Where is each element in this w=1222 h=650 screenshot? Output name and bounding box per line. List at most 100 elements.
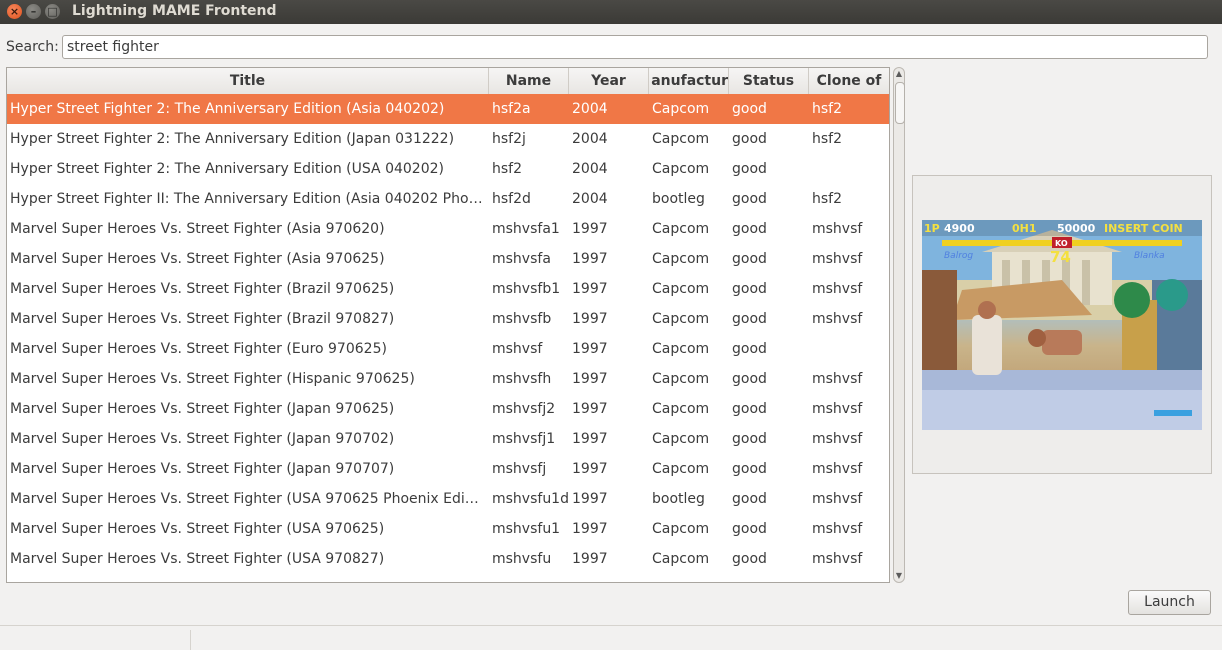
table-row[interactable]: Marvel Super Heroes Vs. Street Fighter (… [7,424,889,454]
cell-status: good [732,281,767,297]
launch-button[interactable]: Launch [1128,590,1211,615]
cell-year: 2004 [572,191,608,207]
cell-manufacturer: Capcom [652,101,710,117]
cell-status: good [732,371,767,387]
cell-name: mshvsfu1 [492,521,561,537]
cell-clone-of: mshvsf [812,281,863,297]
close-window-button[interactable]: × [7,4,22,19]
cell-name: mshvsfh [492,371,552,387]
cell-manufacturer: Capcom [652,371,710,387]
cell-year: 1997 [572,221,608,237]
cell-manufacturer: Capcom [652,281,710,297]
cell-title: Hyper Street Fighter 2: The Anniversary … [10,161,444,177]
search-label: Search: [6,39,59,55]
column-header-clone-of[interactable]: Clone of [809,68,889,94]
table-row[interactable]: Hyper Street Fighter 2: The Anniversary … [7,124,889,154]
hud-insert-coin: INSERT COIN [1104,222,1183,235]
cell-status: good [732,311,767,327]
cell-title: Marvel Super Heroes Vs. Street Fighter (… [10,371,415,387]
cell-status: good [732,221,767,237]
table-row[interactable]: Marvel Super Heroes Vs. Street Fighter (… [7,304,889,334]
cell-clone-of: hsf2 [812,191,843,207]
cell-clone-of: mshvsf [812,491,863,507]
game-screenshot: 1P 4900 0H1 50000 INSERT COIN KO 74 Balr… [922,220,1202,430]
cell-title: Marvel Super Heroes Vs. Street Fighter (… [10,461,395,477]
table-row[interactable]: Hyper Street Fighter 2: The Anniversary … [7,94,889,124]
column-header-title[interactable]: Title [7,68,489,94]
table-row[interactable]: Marvel Super Heroes Vs. Street Fighter (… [7,364,889,394]
cell-manufacturer: Capcom [652,161,710,177]
cell-name: mshvsfj [492,461,547,477]
column-header-name[interactable]: Name [489,68,569,94]
scrollbar-thumb[interactable] [895,82,905,124]
cell-clone-of [809,154,889,184]
cell-manufacturer: bootleg [652,491,705,507]
table-row[interactable]: Hyper Street Fighter 2: The Anniversary … [7,154,889,184]
cell-manufacturer: Capcom [652,551,710,567]
table-row[interactable]: Marvel Super Heroes Vs. Street Fighter (… [7,484,889,514]
scroll-up-arrow-icon[interactable]: ▲ [894,69,904,79]
cell-clone-of: mshvsf [812,251,863,267]
scroll-down-arrow-icon[interactable]: ▼ [894,571,904,581]
cell-manufacturer: Capcom [652,221,710,237]
cell-year: 1997 [572,311,608,327]
table-row[interactable]: Marvel Super Heroes Vs. Street Fighter (… [7,454,889,484]
table-body: Hyper Street Fighter 2: The Anniversary … [7,94,889,574]
cell-status: good [732,461,767,477]
cell-year: 1997 [572,491,608,507]
cell-manufacturer: Capcom [652,131,710,147]
cell-manufacturer: Capcom [652,341,710,357]
cell-name: mshvsfj1 [492,431,556,447]
status-bar [0,625,1222,650]
column-header-manufacturer[interactable]: anufactur [649,68,729,94]
table-row[interactable]: Marvel Super Heroes Vs. Street Fighter (… [7,214,889,244]
cell-clone-of: mshvsf [812,311,863,327]
search-input[interactable] [62,35,1208,59]
cell-name: mshvsfa [492,251,551,267]
cell-name: mshvsfu1d [492,491,569,507]
table-row[interactable]: Marvel Super Heroes Vs. Street Fighter (… [7,274,889,304]
table-row[interactable]: Marvel Super Heroes Vs. Street Fighter (… [7,244,889,274]
cell-title: Hyper Street Fighter II: The Anniversary… [10,191,489,207]
cell-clone-of: mshvsf [812,401,863,417]
cell-title: Marvel Super Heroes Vs. Street Fighter (… [10,221,385,237]
cell-status: good [732,131,767,147]
cell-title: Marvel Super Heroes Vs. Street Fighter (… [10,491,489,507]
cell-status: good [732,521,767,537]
table-row[interactable]: Hyper Street Fighter II: The Anniversary… [7,184,889,214]
cell-year: 1997 [572,401,608,417]
cell-year: 2004 [572,131,608,147]
games-table: Title Name Year anufactur Status Clone o… [6,67,890,583]
cell-clone-of: hsf2 [812,101,843,117]
cell-name: mshvsfb1 [492,281,561,297]
hud-score-1: 4900 [944,222,975,235]
maximize-window-button[interactable]: □ [45,4,60,19]
cell-status: good [732,401,767,417]
column-header-status[interactable]: Status [729,68,809,94]
table-row[interactable]: Marvel Super Heroes Vs. Street Fighter (… [7,544,889,574]
cell-year: 1997 [572,461,608,477]
title-bar: × – □ Lightning MAME Frontend [0,0,1222,24]
hud-score-2: 50000 [1057,222,1096,235]
column-header-year[interactable]: Year [569,68,649,94]
cell-status: good [732,101,767,117]
table-header: Title Name Year anufactur Status Clone o… [7,68,889,95]
cell-status: good [732,551,767,567]
cell-manufacturer: Capcom [652,251,710,267]
table-row[interactable]: Marvel Super Heroes Vs. Street Fighter (… [7,334,889,364]
cell-name: hsf2a [492,101,531,117]
cell-year: 2004 [572,161,608,177]
cell-title: Marvel Super Heroes Vs. Street Fighter (… [10,401,395,417]
table-row[interactable]: Marvel Super Heroes Vs. Street Fighter (… [7,394,889,424]
cell-title: Marvel Super Heroes Vs. Street Fighter (… [10,521,385,537]
cell-year: 1997 [572,251,608,267]
window-title: Lightning MAME Frontend [72,3,277,19]
cell-manufacturer: Capcom [652,461,710,477]
cell-title: Marvel Super Heroes Vs. Street Fighter (… [10,251,385,267]
hud-ko: KO [1055,239,1068,248]
cell-title: Marvel Super Heroes Vs. Street Fighter (… [10,431,395,447]
cell-clone-of: mshvsf [812,521,863,537]
minimize-window-button[interactable]: – [26,4,41,19]
table-scrollbar[interactable]: ▲ ▼ [893,67,905,583]
table-row[interactable]: Marvel Super Heroes Vs. Street Fighter (… [7,514,889,544]
